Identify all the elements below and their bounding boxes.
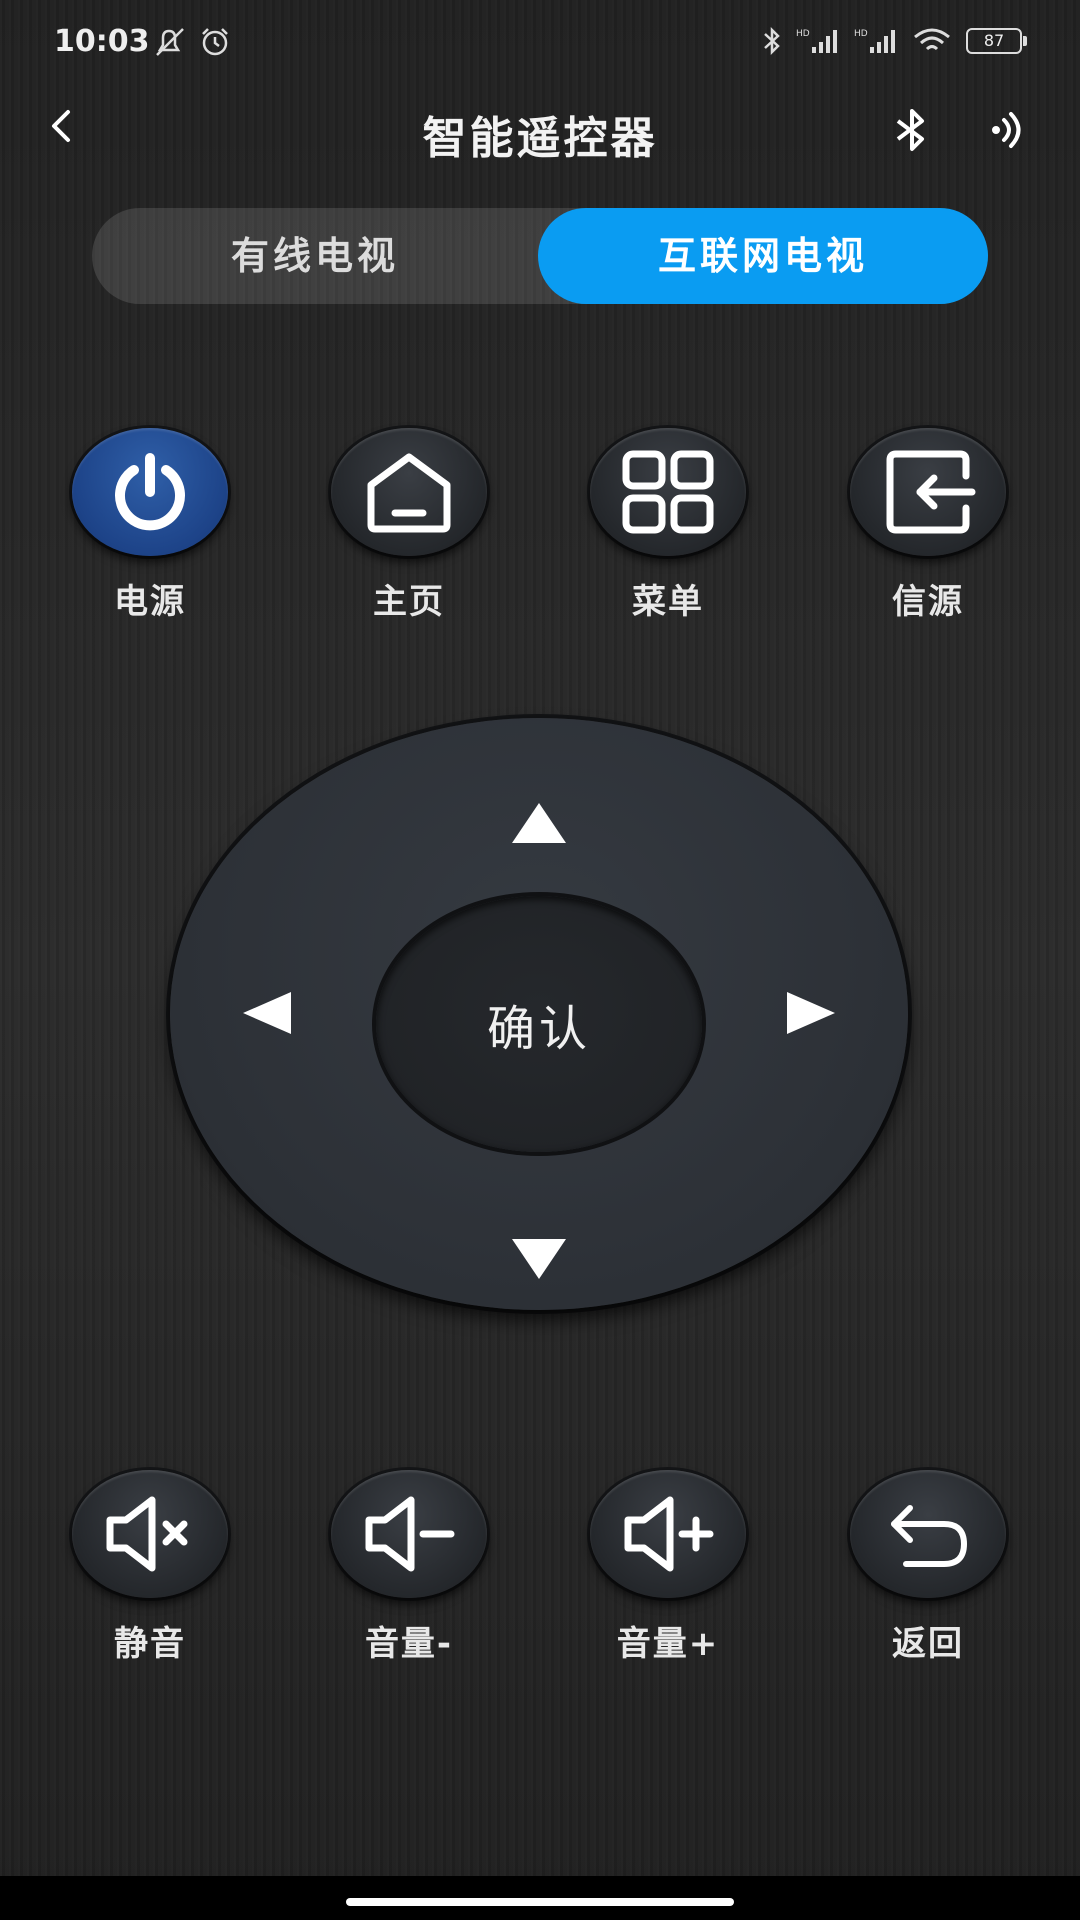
ok-button[interactable]: 确认	[376, 896, 702, 1152]
home-button[interactable]	[331, 428, 487, 556]
power-label: 电源	[114, 582, 186, 622]
header: 智能遥控器	[0, 90, 1080, 170]
arrow-down-icon	[512, 1239, 566, 1279]
volume-down-icon	[365, 1496, 455, 1572]
arrow-left-icon	[243, 992, 291, 1034]
grid-menu-icon	[622, 450, 714, 534]
return-button[interactable]	[850, 1470, 1006, 1598]
bluetooth-status-icon	[764, 26, 780, 56]
dpad-left-button[interactable]	[232, 978, 302, 1048]
tv-type-switch: 有线电视 互联网电视	[92, 208, 988, 304]
signal-icon-2: HD	[854, 29, 895, 53]
home-label: 主页	[373, 582, 445, 622]
input-source-icon	[886, 450, 976, 534]
source-label: 信源	[892, 582, 964, 622]
wifi-icon	[914, 28, 950, 51]
infrared-signal-icon[interactable]	[984, 106, 1032, 154]
volume-down-button[interactable]	[331, 1470, 487, 1598]
arrow-up-icon	[512, 803, 566, 843]
battery-indicator: 87	[966, 28, 1027, 54]
volume-down-label: 音量-	[364, 1624, 454, 1664]
menu-label: 菜单	[632, 582, 704, 622]
muted-bell-icon	[156, 28, 184, 56]
mute-icon	[106, 1496, 188, 1572]
status-time: 10:03	[54, 24, 150, 59]
dpad-down-button[interactable]	[504, 1224, 574, 1294]
return-arrow-icon	[891, 1505, 968, 1567]
home-indicator[interactable]	[346, 1898, 734, 1906]
menu-button[interactable]	[590, 428, 746, 556]
svg-text:HD: HD	[796, 29, 810, 39]
home-icon	[367, 453, 451, 533]
bluetooth-icon[interactable]	[888, 106, 936, 154]
status-bar: 10:03 HD HD 87	[0, 0, 1080, 90]
tab-internet-tv[interactable]: 互联网电视	[538, 208, 988, 304]
power-icon	[115, 453, 185, 531]
alarm-icon	[202, 28, 228, 56]
svg-text:HD: HD	[854, 29, 868, 39]
dpad-right-button[interactable]	[776, 978, 846, 1048]
mute-label: 静音	[114, 1624, 186, 1664]
dpad-up-button[interactable]	[504, 788, 574, 858]
arrow-right-icon	[787, 992, 835, 1034]
return-label: 返回	[892, 1624, 964, 1664]
source-button[interactable]	[850, 428, 1006, 556]
volume-up-icon	[624, 1496, 714, 1572]
power-button[interactable]	[72, 428, 228, 556]
volume-up-button[interactable]	[590, 1470, 746, 1598]
mute-button[interactable]	[72, 1470, 228, 1598]
tab-cable-tv[interactable]: 有线电视	[92, 208, 538, 304]
volume-up-label: 音量+	[616, 1624, 720, 1664]
dpad: 确认	[170, 718, 908, 1310]
signal-icon: HD	[796, 29, 837, 53]
